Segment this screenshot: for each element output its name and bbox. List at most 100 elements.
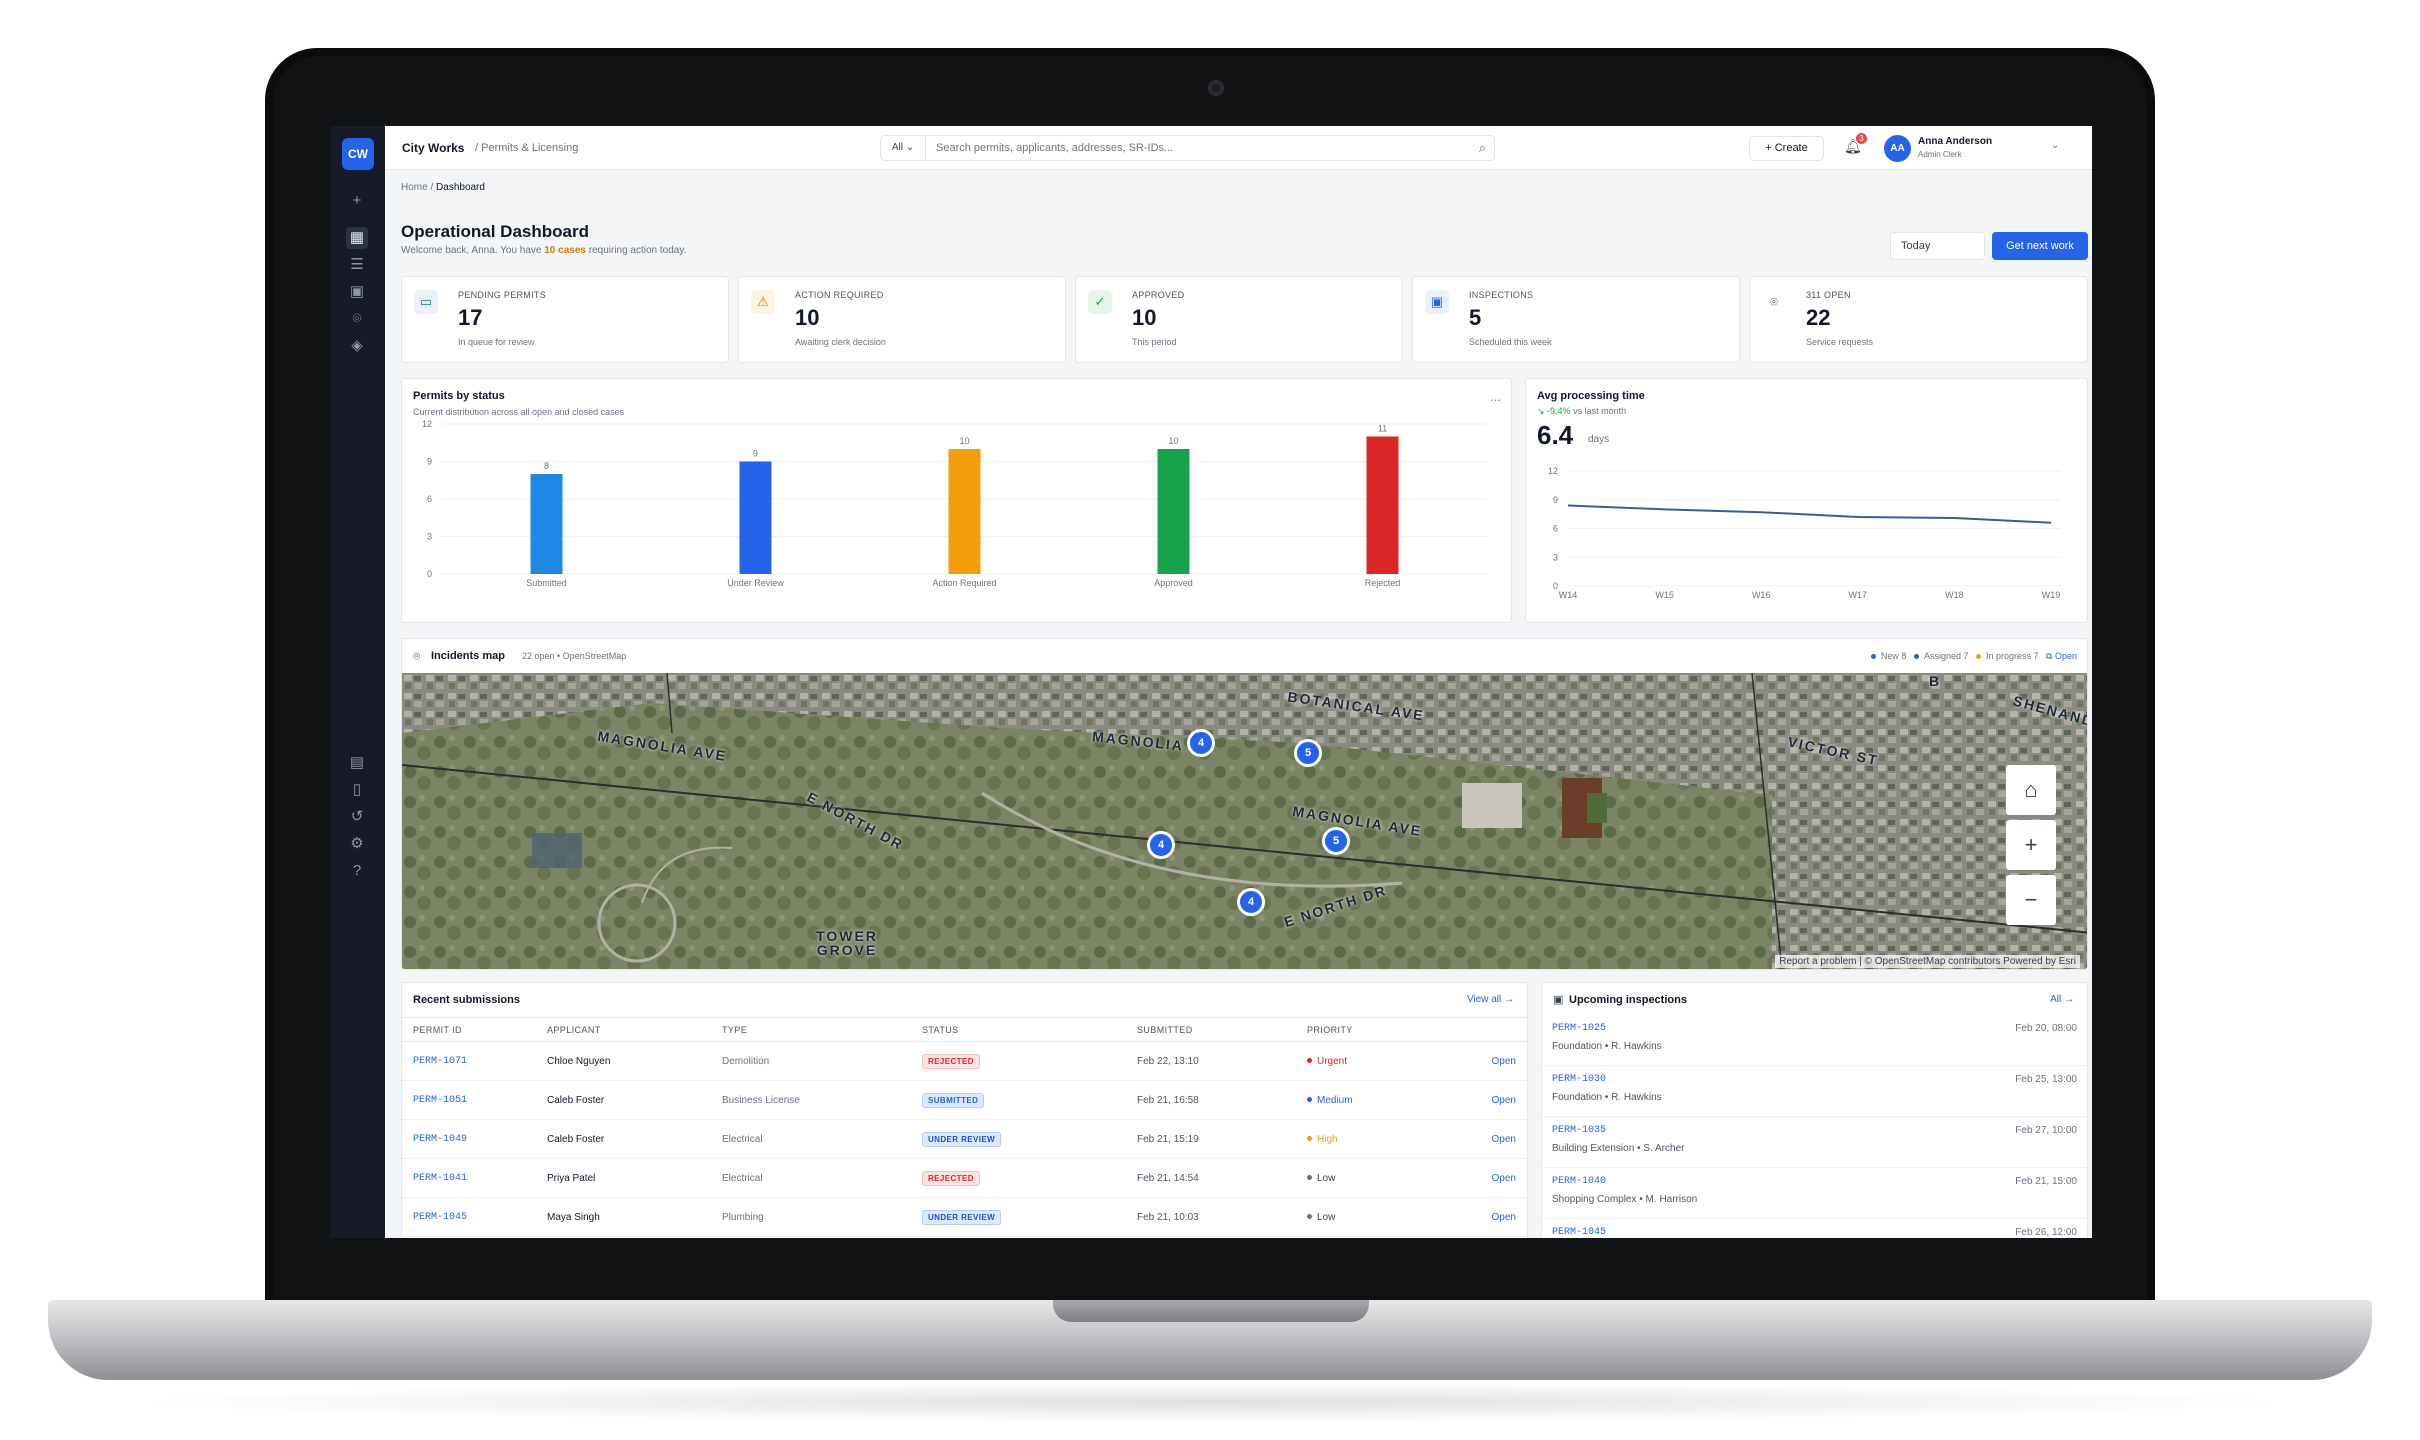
map-pin-icon: ⌾	[1770, 294, 1778, 309]
plus-icon[interactable]: +	[346, 190, 368, 212]
priority-dot	[1307, 1097, 1312, 1103]
app-logo[interactable]: CW	[342, 138, 374, 170]
x-tick-label: Under Review	[727, 578, 784, 588]
permit-id-link[interactable]: PERM-1071	[402, 1041, 547, 1081]
incident-cluster[interactable]: 4	[1237, 888, 1265, 916]
permit-id-link[interactable]: PERM-1045	[402, 1197, 547, 1237]
document-icon[interactable]: ▯	[346, 779, 368, 801]
kpi-approved[interactable]: ✓ APPROVED 10 This period	[1075, 276, 1403, 363]
priority-label: Low	[1317, 1172, 1336, 1184]
inspection-item[interactable]: PERM-1030 Foundation • R. Hawkins Feb 25, …	[1542, 1066, 2087, 1117]
priority-cell: Low	[1307, 1197, 1447, 1237]
inspection-item[interactable]: PERM-1025 Foundation • R. Hawkins Feb 20, …	[1542, 1015, 2087, 1066]
map-attribution[interactable]: Report a problem | © OpenStreetMap contr…	[1775, 955, 2080, 968]
table-row[interactable]: PERM-1045 Maya Singh Plumbing UNDER REVIEW F…	[402, 1197, 1527, 1237]
map-pin-icon: ⌾	[413, 649, 421, 663]
inspection-item[interactable]: PERM-1040 Shopping Complex • M. Harrison F…	[1542, 1168, 2087, 1219]
get-next-work-button[interactable]: Get next work	[1992, 232, 2088, 260]
map-open-link[interactable]: ⧉ Open	[2046, 651, 2077, 661]
search-icon[interactable]: ⌕	[1479, 140, 1486, 156]
incident-cluster[interactable]: 5	[1294, 739, 1322, 767]
open-link[interactable]: Open	[1447, 1197, 1527, 1237]
bar-value-label: 9	[753, 449, 758, 459]
breadcrumb-home[interactable]: Home	[401, 182, 428, 193]
col-type[interactable]: TYPE	[722, 1017, 922, 1042]
create-button[interactable]: + Create	[1749, 136, 1824, 161]
incident-cluster[interactable]: 4	[1187, 729, 1215, 757]
chevron-down-icon[interactable]: ⌄	[2051, 140, 2059, 151]
date-filter-select[interactable]: Today	[1890, 232, 1985, 260]
col-applicant[interactable]: APPLICANT	[547, 1017, 722, 1042]
col-action	[1447, 1017, 1527, 1042]
priority-dot	[1307, 1214, 1312, 1220]
user-name[interactable]: Anna Anderson	[1918, 136, 1992, 147]
bar-value-label: 10	[959, 436, 969, 446]
inspection-item[interactable]: PERM-1035 Building Extension • S. Archer F…	[1542, 1117, 2087, 1168]
bar-value-label: 10	[1168, 436, 1178, 446]
table-row[interactable]: PERM-1071 Chloe Nguyen Demolition REJECTED F…	[402, 1041, 1527, 1081]
processing-time-line	[1567, 504, 2052, 524]
book-icon[interactable]: ▤	[346, 752, 368, 774]
incident-cluster[interactable]: 4	[1147, 831, 1175, 859]
all-inspections-link[interactable]: All →	[2050, 994, 2074, 1005]
inspection-permit-link[interactable]: PERM-1035	[1552, 1125, 1606, 1136]
help-icon[interactable]: ?	[346, 860, 368, 882]
check-circle-icon: ✓	[1088, 290, 1112, 314]
inspection-item[interactable]: PERM-1045 Feb 26, 12:00	[1542, 1219, 2087, 1238]
app-name[interactable]: City Works	[402, 141, 464, 155]
col-priority[interactable]: PRIORITY	[1307, 1017, 1447, 1042]
permit-id-link[interactable]: PERM-1051	[402, 1080, 547, 1120]
permit-id-link[interactable]: PERM-1049	[402, 1119, 547, 1159]
table-row[interactable]: PERM-1049 Caleb Foster Electrical UNDER REV…	[402, 1119, 1527, 1159]
search-input[interactable]	[936, 139, 1436, 157]
open-link[interactable]: Open	[1447, 1080, 1527, 1120]
more-icon[interactable]: ...	[1490, 389, 1501, 404]
dashboard-icon[interactable]: ▦	[346, 227, 368, 249]
incident-cluster[interactable]: 5	[1322, 827, 1350, 855]
priority-label: Low	[1317, 1211, 1336, 1223]
inspection-permit-link[interactable]: PERM-1025	[1552, 1023, 1606, 1034]
open-link[interactable]: Open	[1447, 1119, 1527, 1159]
col-submitted[interactable]: SUBMITTED	[1137, 1017, 1307, 1042]
inspection-permit-link[interactable]: PERM-1045	[1552, 1227, 1606, 1238]
kpi-pending-permits[interactable]: ▭ PENDING PERMITS 17 In queue for review	[401, 276, 729, 363]
satellite-map[interactable]: MAGNOLIA AVE MAGNOLIA BOTANICAL AVE MAGN…	[402, 673, 2087, 969]
zoom-out-button[interactable]: −	[2006, 875, 2056, 925]
inspection-permit-link[interactable]: PERM-1030	[1552, 1074, 1606, 1085]
open-link[interactable]: Open	[1447, 1158, 1527, 1198]
x-tick-label: W17	[1849, 590, 1868, 600]
settings-icon[interactable]: ⚙	[346, 833, 368, 855]
zoom-in-button[interactable]: +	[2006, 820, 2056, 870]
calendar-icon[interactable]: ▣	[346, 281, 368, 303]
table-row[interactable]: PERM-1041 Priya Patel Electrical REJECTED Fe…	[402, 1158, 1527, 1198]
type-cell: Electrical	[722, 1119, 922, 1159]
avatar[interactable]: AA	[1884, 135, 1911, 162]
kpi-inspections[interactable]: ▣ INSPECTIONS 5 Scheduled this week	[1412, 276, 1740, 363]
y-tick-label: 0	[1553, 581, 1558, 591]
kpi-311-open[interactable]: ⌾ 311 OPEN 22 Service requests	[1749, 276, 2088, 363]
bar-value-label: 8	[544, 461, 549, 471]
app-section: / Permits & Licensing	[475, 142, 579, 154]
status-cell: REJECTED	[922, 1041, 1137, 1081]
shield-icon[interactable]: ◈	[346, 335, 368, 357]
home-icon[interactable]: ⌂	[2006, 765, 2056, 815]
calendar-icon: ▣	[1553, 994, 1564, 1006]
priority-dot	[1307, 1058, 1312, 1064]
history-icon[interactable]: ↺	[346, 806, 368, 828]
bar-approved	[1157, 449, 1190, 574]
inspection-permit-link[interactable]: PERM-1040	[1552, 1176, 1606, 1187]
status-cell: SUBMITTED	[922, 1080, 1137, 1120]
product-shot: CW + ▦ ☰ ▣ ⌾ ◈ ▤ ▯ ↺ ⚙ ? City Works / Pe…	[0, 0, 2420, 1440]
permit-id-link[interactable]: PERM-1041	[402, 1158, 547, 1198]
kpi-action-required[interactable]: ⚠ ACTION REQUIRED 10 Awaiting clerk deci…	[738, 276, 1066, 363]
tasks-icon[interactable]: ☰	[346, 254, 368, 276]
table-header-row: PERMIT ID APPLICANT TYPE STATUS SUBMITTE…	[402, 1017, 1527, 1042]
recent-submissions-card: Recent submissions View all → PERMIT ID …	[401, 982, 1528, 1238]
search-scope-select[interactable]: All ⌄	[881, 136, 926, 160]
open-link[interactable]: Open	[1447, 1041, 1527, 1081]
col-permit-id[interactable]: PERMIT ID	[402, 1017, 547, 1042]
table-row[interactable]: PERM-1051 Caleb Foster Business License SUB…	[402, 1080, 1527, 1120]
map-pin-icon[interactable]: ⌾	[346, 308, 368, 330]
view-all-link[interactable]: View all →	[1467, 994, 1514, 1005]
col-status[interactable]: STATUS	[922, 1017, 1137, 1042]
